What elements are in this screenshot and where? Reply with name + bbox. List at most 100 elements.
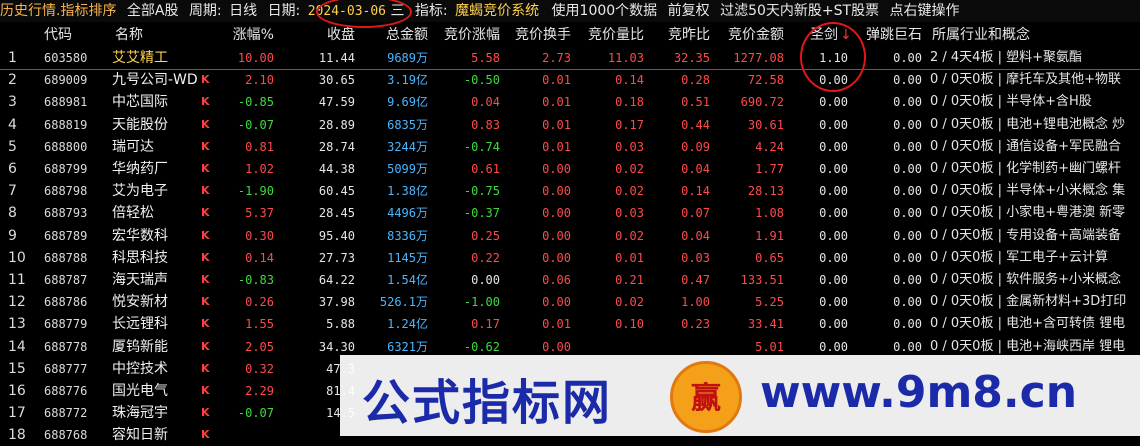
table-row[interactable]: 6 688799 华纳药厂 K 1.02 44.38 5099万 0.61 0.00 0.02 0.… <box>0 158 1140 180</box>
kline-k-icon[interactable]: K <box>201 158 215 180</box>
row-name[interactable]: 容知日新 <box>112 424 202 446</box>
kline-k-icon[interactable]: K <box>201 313 215 335</box>
table-row[interactable]: 10 688788 科思科技 K 0.14 27.73 1145万 0.22 0.00 0.01 0… <box>0 247 1140 269</box>
row-name[interactable]: 长远锂科 <box>112 313 202 335</box>
col-header-close[interactable]: 收盘 <box>300 24 355 46</box>
row-change-pct: -0.83 <box>237 273 274 287</box>
row-auction-chg: -0.37 <box>463 206 500 221</box>
row-name[interactable]: 瑞可达 <box>112 136 202 158</box>
row-name[interactable]: 珠海冠宇 <box>112 402 202 424</box>
row-code[interactable]: 688789 <box>44 225 106 247</box>
table-row[interactable]: 9 688789 宏华数科 K 0.30 95.40 8336万 0.25 0.00 0.02 0.… <box>0 225 1140 247</box>
row-name[interactable]: 中控技术 <box>112 358 202 380</box>
row-auction-amount: 1.77 <box>755 162 784 176</box>
period-value[interactable]: 日线 <box>229 0 257 22</box>
table-row[interactable]: 1 603580 艾艾精工 10.00 11.44 9689万 5.58 2.73 11.03 3… <box>0 47 1140 70</box>
col-header-name[interactable]: 名称 <box>115 24 185 46</box>
row-code[interactable]: 688799 <box>44 158 106 180</box>
row-close: 28.74 <box>318 139 355 154</box>
row-name[interactable]: 天能股份 <box>112 114 202 136</box>
kline-k-icon[interactable]: K <box>201 424 215 446</box>
row-name[interactable]: 悦安新材 <box>112 291 202 313</box>
col-header-bounce[interactable]: 弹跳巨石 <box>852 24 922 46</box>
table-row[interactable]: 8 688793 倍轻松 K 5.37 28.45 4496万 -0.37 0.00 0.03 0.… <box>0 202 1140 224</box>
table-row[interactable]: 11 688787 海天瑞声 K -0.83 64.22 1.54亿 0.00 0.06 0.21… <box>0 269 1140 291</box>
row-code[interactable]: 688779 <box>44 313 106 335</box>
row-close: 5.88 <box>326 317 355 332</box>
kline-k-icon[interactable]: K <box>201 202 215 224</box>
row-name[interactable]: 九号公司-WD <box>112 69 202 91</box>
kline-k-icon[interactable]: K <box>201 114 215 136</box>
table-row[interactable]: 13 688779 长远锂科 K 1.55 5.88 1.24亿 0.17 0.01 0.10 0.… <box>0 313 1140 335</box>
row-code[interactable]: 688777 <box>44 358 106 380</box>
row-name[interactable]: 厦钨新能 <box>112 336 202 358</box>
col-header-auction-ratio[interactable]: 竞价量比 <box>576 24 644 46</box>
row-code[interactable]: 688800 <box>44 136 106 158</box>
row-name[interactable]: 科思科技 <box>112 247 202 269</box>
row-name[interactable]: 艾艾精工 <box>112 47 202 69</box>
kline-k-icon[interactable]: K <box>201 269 215 291</box>
col-header-auction-prev[interactable]: 竞昨比 <box>655 24 710 46</box>
row-code[interactable]: 688788 <box>44 247 106 269</box>
table-row[interactable]: 4 688819 天能股份 K -0.07 28.89 6835万 0.83 0.01 0.17 0… <box>0 114 1140 136</box>
row-code[interactable]: 688981 <box>44 91 106 113</box>
row-name[interactable]: 华纳药厂 <box>112 158 202 180</box>
kline-k-icon[interactable]: K <box>201 69 215 91</box>
row-code[interactable]: 688768 <box>44 424 106 446</box>
kline-k-icon[interactable]: K <box>201 402 215 424</box>
row-code[interactable]: 603580 <box>44 47 106 69</box>
table-row[interactable]: 3 688981 中芯国际 K -0.85 47.59 9.69亿 0.04 0.01 0.18 0… <box>0 91 1140 113</box>
table-row[interactable]: 7 688798 艾为电子 K -1.90 60.45 1.38亿 -0.75 0.00 0.02… <box>0 180 1140 202</box>
kline-k-icon[interactable]: K <box>201 136 215 158</box>
row-auction-ratio: 0.02 <box>615 295 644 310</box>
row-amount: 1.38亿 <box>387 184 428 199</box>
col-header-auction-turnover[interactable]: 竞价换手 <box>503 24 571 46</box>
row-name[interactable]: 中芯国际 <box>112 91 202 113</box>
row-code[interactable]: 688786 <box>44 291 106 313</box>
kline-k-icon[interactable]: K <box>201 180 215 202</box>
row-auction-ratio: 0.14 <box>615 73 644 88</box>
col-header-amount[interactable]: 总金额 <box>370 24 428 46</box>
row-code[interactable]: 688772 <box>44 402 106 424</box>
col-header-sword[interactable]: 圣剑 <box>800 24 838 46</box>
kline-k-icon[interactable]: K <box>201 358 215 380</box>
table-row[interactable]: 2 689009 九号公司-WD K 2.10 30.65 3.19亿 -0.50 0.01 0.… <box>0 69 1140 91</box>
filter-note[interactable]: 过滤50天内新股+ST股票 <box>720 0 879 22</box>
row-code[interactable]: 688787 <box>44 269 106 291</box>
kline-k-icon[interactable]: K <box>201 291 215 313</box>
row-auction-turnover: 0.01 <box>542 73 571 88</box>
row-code[interactable]: 688798 <box>44 180 106 202</box>
row-industry: 0 / 0天0板 | 电池+含可转债 锂电 <box>930 316 1126 332</box>
date-value[interactable]: 2024-03-06 <box>308 1 386 22</box>
col-header-auction-amount[interactable]: 竞价金额 <box>712 24 784 46</box>
kline-k-icon[interactable]: K <box>201 380 215 402</box>
col-header-auction-chg[interactable]: 竞价涨幅 <box>432 24 500 46</box>
row-name[interactable]: 海天瑞声 <box>112 269 202 291</box>
col-header-code[interactable]: 代码 <box>44 24 104 46</box>
row-name[interactable]: 宏华数科 <box>112 225 202 247</box>
row-code[interactable]: 688778 <box>44 336 106 358</box>
mode-label[interactable]: 历史行情.指标排序 <box>0 0 116 22</box>
row-index: 8 <box>8 205 17 222</box>
kline-k-icon[interactable]: K <box>201 336 215 358</box>
sort-desc-arrow-icon[interactable]: ↓ <box>840 24 852 46</box>
row-amount: 9.69亿 <box>387 95 428 110</box>
row-name[interactable]: 国光电气 <box>112 380 202 402</box>
col-header-industry[interactable]: 所属行业和概念 <box>932 24 1132 46</box>
row-code[interactable]: 688793 <box>44 202 106 224</box>
row-name[interactable]: 艾为电子 <box>112 180 202 202</box>
row-code[interactable]: 688776 <box>44 380 106 402</box>
kline-k-icon[interactable]: K <box>201 91 215 113</box>
row-code[interactable]: 688819 <box>44 114 106 136</box>
kline-k-icon[interactable]: K <box>201 225 215 247</box>
row-code[interactable]: 689009 <box>44 69 106 91</box>
adjust-mode[interactable]: 前复权 <box>668 0 710 22</box>
scope-label[interactable]: 全部A股 <box>127 0 179 22</box>
indicator-value[interactable]: 魔蝎竞价系统 <box>455 0 539 22</box>
kline-k-icon[interactable]: K <box>201 247 215 269</box>
table-row[interactable]: 5 688800 瑞可达 K 0.81 28.74 3244万 -0.74 0.01 0.03 0.… <box>0 136 1140 158</box>
table-row[interactable]: 12 688786 悦安新材 K 0.26 37.98 526.1万 -1.00 0.00 0.0… <box>0 291 1140 313</box>
row-name[interactable]: 倍轻松 <box>112 202 202 224</box>
col-header-chg[interactable]: 涨幅% <box>216 24 274 46</box>
row-close: 47.59 <box>318 95 355 110</box>
